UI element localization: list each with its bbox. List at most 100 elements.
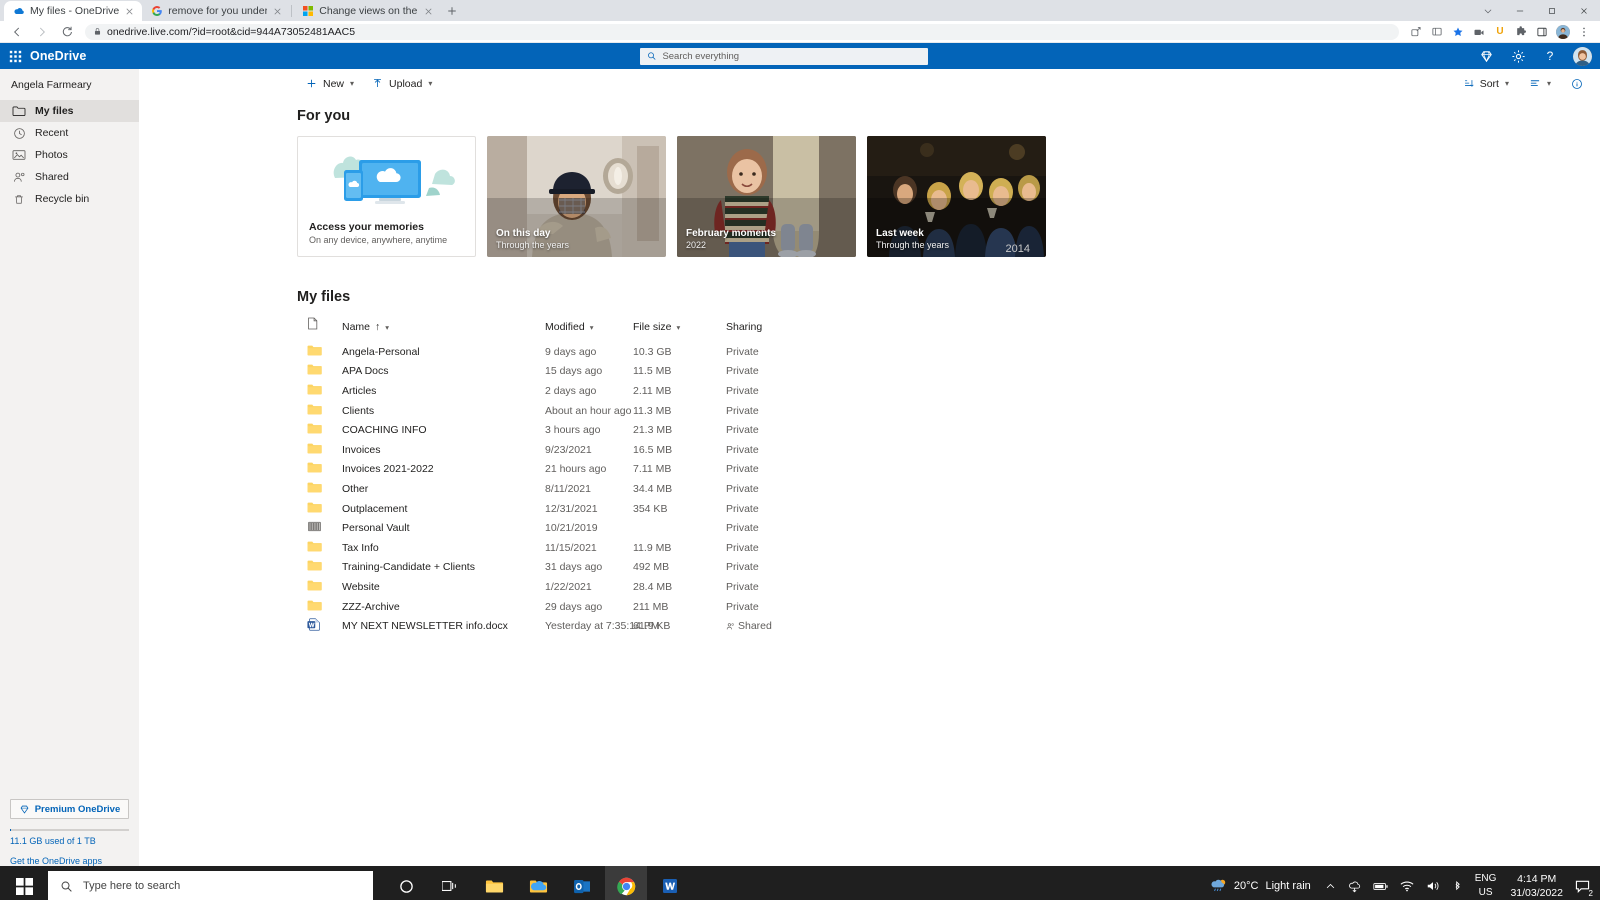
- address-bar[interactable]: onedrive.live.com/?id=root&cid=944A73052…: [85, 23, 1399, 40]
- settings-gear-icon[interactable]: [1506, 44, 1530, 68]
- row-sharing[interactable]: Private: [726, 597, 1417, 617]
- row-name[interactable]: Website: [342, 577, 545, 597]
- row-name[interactable]: MY NEXT NEWSLETTER info.docx: [342, 616, 545, 636]
- cortana-icon[interactable]: [385, 866, 427, 900]
- reload-button[interactable]: [56, 21, 78, 43]
- extension-puzzle-icon[interactable]: [1511, 22, 1531, 42]
- notification-center-button[interactable]: 2: [1571, 866, 1600, 900]
- table-row[interactable]: Training-Candidate + Clients 31 days ago 4…: [297, 558, 1417, 578]
- column-name[interactable]: Name ↑ ▾: [342, 317, 545, 342]
- row-name[interactable]: Invoices: [342, 440, 545, 460]
- search-input[interactable]: [662, 50, 921, 62]
- column-sharing[interactable]: Sharing: [726, 317, 1417, 342]
- bluetooth-icon[interactable]: [1446, 866, 1469, 900]
- sidebar-item-photos[interactable]: Photos: [0, 144, 139, 166]
- onedrive-sync-icon[interactable]: [1342, 866, 1367, 900]
- row-name[interactable]: Articles: [342, 381, 545, 401]
- close-icon[interactable]: [1568, 0, 1600, 21]
- row-sharing[interactable]: Private: [726, 518, 1417, 538]
- storage-text[interactable]: 11.1 GB used of 1 TB: [10, 836, 129, 846]
- for-you-card-february-moments[interactable]: February moments 2022: [677, 136, 856, 257]
- chrome-menu-icon[interactable]: [1574, 22, 1594, 42]
- table-row[interactable]: Invoices 9/23/2021 16.5 MB Private: [297, 440, 1417, 460]
- sidebar-item-recent[interactable]: Recent: [0, 122, 139, 144]
- row-sharing[interactable]: Private: [726, 538, 1417, 558]
- new-button[interactable]: New ▾: [297, 73, 363, 95]
- language-indicator[interactable]: ENG US: [1469, 872, 1503, 900]
- outlook-icon[interactable]: [561, 866, 603, 900]
- diamond-premium-icon[interactable]: [1474, 44, 1498, 68]
- table-row[interactable]: MY NEXT NEWSLETTER info.docx Yesterday at…: [297, 616, 1417, 636]
- row-sharing[interactable]: Private: [726, 342, 1417, 362]
- profile-button[interactable]: [1553, 22, 1573, 42]
- row-sharing[interactable]: Private: [726, 499, 1417, 519]
- table-row[interactable]: Articles 2 days ago 2.11 MB Private: [297, 381, 1417, 401]
- row-sharing[interactable]: Private: [726, 479, 1417, 499]
- row-sharing[interactable]: Private: [726, 460, 1417, 480]
- back-button[interactable]: [6, 21, 28, 43]
- row-name[interactable]: Training-Candidate + Clients: [342, 558, 545, 578]
- row-name[interactable]: Invoices 2021-2022: [342, 460, 545, 480]
- table-row[interactable]: Other 8/11/2021 34.4 MB Private: [297, 479, 1417, 499]
- share-icon[interactable]: [1406, 22, 1426, 42]
- column-file-size[interactable]: File size ▾: [633, 317, 726, 342]
- table-row[interactable]: Clients About an hour ago 11.3 MB Private: [297, 401, 1417, 421]
- table-row[interactable]: COACHING INFO 3 hours ago 21.3 MB Private: [297, 420, 1417, 440]
- weather-widget[interactable]: 20°C Light rain: [1201, 878, 1319, 894]
- onedrive-taskbar-icon[interactable]: [517, 866, 559, 900]
- browser-tab-1[interactable]: My files - OneDrive: [4, 1, 143, 21]
- row-name[interactable]: APA Docs: [342, 362, 545, 382]
- row-sharing[interactable]: Shared: [726, 616, 1417, 636]
- upload-button[interactable]: Upload ▾: [363, 73, 441, 95]
- row-name[interactable]: Angela-Personal: [342, 342, 545, 362]
- help-question-icon[interactable]: ?: [1538, 44, 1562, 68]
- row-name[interactable]: Other: [342, 479, 545, 499]
- details-pane-button[interactable]: [1562, 73, 1592, 95]
- row-sharing[interactable]: Private: [726, 577, 1417, 597]
- sidebar-item-shared[interactable]: Shared: [0, 166, 139, 188]
- browser-tab-3[interactable]: Change views on the OneDrive w: [293, 1, 441, 21]
- table-row[interactable]: Outplacement 12/31/2021 354 KB Private: [297, 499, 1417, 519]
- extension-u-icon[interactable]: U: [1490, 22, 1510, 42]
- windows-start-icon[interactable]: [0, 866, 48, 900]
- close-icon[interactable]: [272, 6, 283, 17]
- row-sharing[interactable]: Private: [726, 420, 1417, 440]
- extension-camera-icon[interactable]: [1469, 22, 1489, 42]
- sidebar-item-recycle-bin[interactable]: Recycle bin: [0, 188, 139, 210]
- row-name[interactable]: Clients: [342, 401, 545, 421]
- clock[interactable]: 4:14 PM 31/03/2022: [1502, 872, 1571, 900]
- forward-button[interactable]: [31, 21, 53, 43]
- sidebar-icon[interactable]: [1532, 22, 1552, 42]
- sidebar-item-my-files[interactable]: My files: [0, 100, 139, 122]
- row-name[interactable]: Tax Info: [342, 538, 545, 558]
- for-you-card-last-week[interactable]: Last week Through the years 2014: [867, 136, 1046, 257]
- volume-icon[interactable]: [1420, 866, 1446, 900]
- maximize-icon[interactable]: [1536, 0, 1568, 21]
- for-you-card-memories[interactable]: Access your memories On any device, anyw…: [297, 136, 476, 257]
- onedrive-brand[interactable]: OneDrive: [30, 49, 86, 63]
- row-name[interactable]: Outplacement: [342, 499, 545, 519]
- account-avatar-button[interactable]: [1570, 44, 1594, 68]
- get-onedrive-apps-link[interactable]: Get the OneDrive apps: [0, 846, 139, 866]
- app-launcher-button[interactable]: [0, 50, 30, 63]
- row-name[interactable]: COACHING INFO: [342, 420, 545, 440]
- view-options-button[interactable]: ▾: [1520, 73, 1560, 95]
- search-box[interactable]: [640, 47, 928, 65]
- table-row[interactable]: Invoices 2021-2022 21 hours ago 7.11 MB Pri…: [297, 460, 1417, 480]
- collections-icon[interactable]: [1427, 22, 1447, 42]
- table-row[interactable]: ZZZ-Archive 29 days ago 211 MB Private: [297, 597, 1417, 617]
- bookmark-star-icon[interactable]: [1448, 22, 1468, 42]
- table-row[interactable]: Tax Info 11/15/2021 11.9 MB Private: [297, 538, 1417, 558]
- row-sharing[interactable]: Private: [726, 558, 1417, 578]
- file-explorer-icon[interactable]: [473, 866, 515, 900]
- word-icon[interactable]: [649, 866, 691, 900]
- chrome-icon[interactable]: [605, 866, 647, 900]
- row-sharing[interactable]: Private: [726, 362, 1417, 382]
- chevron-up-icon[interactable]: [1319, 866, 1342, 900]
- browser-tab-2[interactable]: remove for you under files in on: [142, 1, 290, 21]
- row-sharing[interactable]: Private: [726, 381, 1417, 401]
- chevron-down-icon[interactable]: [1472, 0, 1504, 21]
- table-row[interactable]: Personal Vault 10/21/2019 Private: [297, 518, 1417, 538]
- row-sharing[interactable]: Private: [726, 440, 1417, 460]
- premium-onedrive-button[interactable]: Premium OneDrive: [10, 799, 129, 819]
